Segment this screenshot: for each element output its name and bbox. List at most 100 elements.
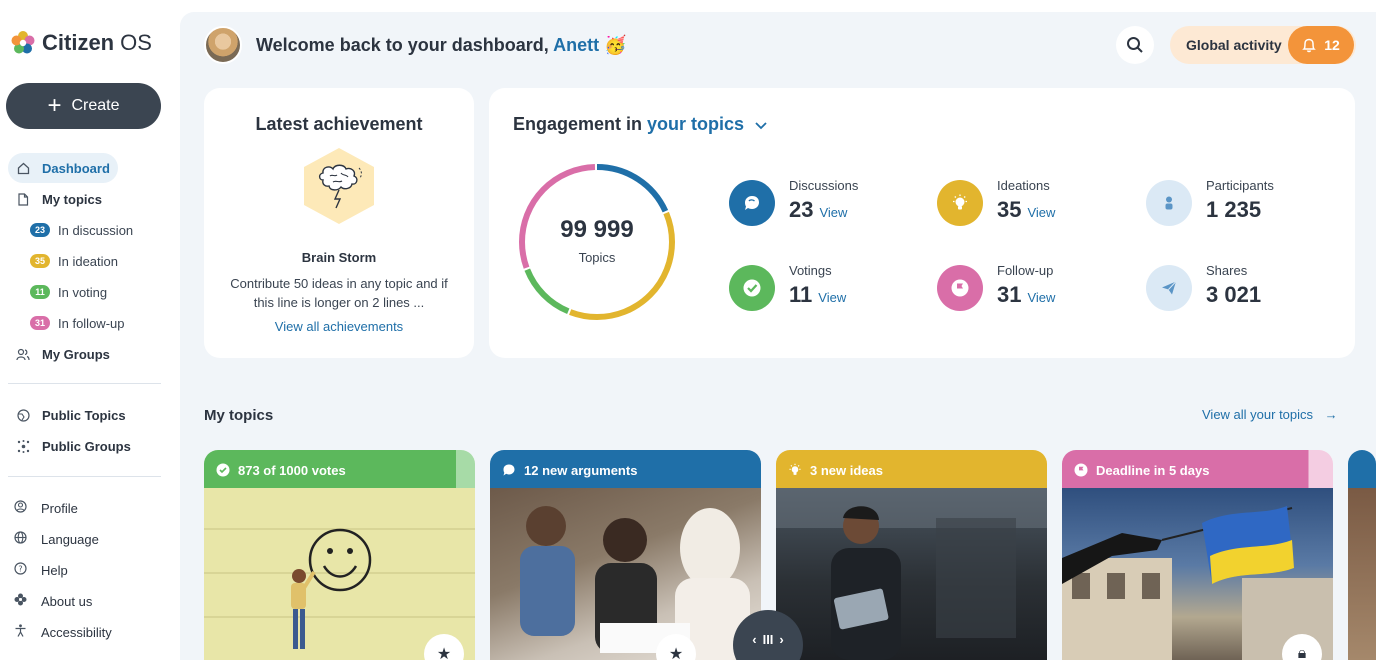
- brain-storm-badge-icon: [304, 148, 374, 224]
- notifications-button[interactable]: 12: [1288, 26, 1354, 64]
- chevron-right-icon[interactable]: ›: [779, 632, 783, 647]
- sidebar-subitem-in-discussion[interactable]: 23 In discussion: [30, 219, 133, 241]
- view-all-topics-link[interactable]: View all your topics →: [1202, 407, 1338, 422]
- sidebar-subitem-label: In follow-up: [58, 315, 125, 331]
- view-votings-link[interactable]: View: [818, 290, 846, 305]
- bell-icon: [1302, 38, 1317, 53]
- stat-label: Ideations: [997, 178, 1050, 193]
- stat-label: Votings: [789, 263, 832, 278]
- lightbulb-icon: [789, 463, 801, 475]
- topics-filter-dropdown[interactable]: your topics: [647, 114, 767, 134]
- lightbulb-icon: [937, 180, 983, 226]
- topic-image: [1348, 488, 1376, 660]
- flower-icon: [14, 593, 27, 609]
- arrow-right-icon: →: [1324, 407, 1338, 422]
- plus-icon: +: [47, 92, 62, 119]
- latest-achievement-card: Latest achievement Brain Storm Contribut…: [204, 88, 474, 358]
- smiley-wall-illustration: [291, 528, 372, 649]
- sidebar-subitem-label: In discussion: [58, 222, 134, 238]
- page-title: Welcome back to your dashboard, Anett 🥳: [256, 35, 627, 56]
- sidebar-item-public-groups[interactable]: Public Groups: [8, 431, 139, 461]
- welcome-text: Welcome back to your dashboard,: [256, 34, 549, 55]
- app-root: Citizen OS + Create Dashboard My topics 2…: [0, 0, 1380, 660]
- search-button[interactable]: [1116, 26, 1154, 64]
- create-label: Create: [71, 97, 120, 114]
- globe-icon: [14, 531, 27, 547]
- globe-icon: [16, 408, 30, 422]
- count-badge: 23: [30, 223, 50, 237]
- sidebar-item-profile[interactable]: Profile: [8, 495, 84, 521]
- person-icon: [1146, 180, 1192, 226]
- check-circle-icon: [729, 265, 775, 311]
- topic-card[interactable]: Deadline in 5 days 🔒︎: [1062, 450, 1333, 660]
- engagement-title: Engagement in your topics: [513, 114, 767, 135]
- view-discussions-link[interactable]: View: [819, 205, 847, 220]
- sidebar-divider: [8, 476, 161, 477]
- sidebar-item-dashboard[interactable]: Dashboard: [8, 153, 118, 183]
- footer-label: About us: [41, 593, 93, 609]
- chat-bubble-icon: [503, 464, 515, 476]
- stat-followup: Follow-up 31 View: [937, 261, 1055, 311]
- sidebar-item-language[interactable]: Language: [8, 526, 105, 552]
- topic-status-text: 12 new arguments: [524, 462, 638, 478]
- star-icon: ★: [436, 646, 452, 660]
- footer-label: Help: [41, 562, 68, 578]
- topic-card[interactable]: 3 new ideas: [776, 450, 1047, 660]
- stat-label: Shares: [1206, 263, 1248, 278]
- sidebar-item-help[interactable]: ? Help: [8, 557, 74, 583]
- sidebar-item-accessibility[interactable]: Accessibility: [8, 619, 118, 645]
- man-with-tablet-photo: [776, 488, 1047, 660]
- sidebar-subitem-in-followup[interactable]: 31 In follow-up: [30, 312, 124, 334]
- topic-image: [776, 488, 1047, 660]
- stat-value: 3 021: [1206, 282, 1262, 307]
- check-circle-icon: [216, 463, 230, 477]
- count-badge: 31: [30, 316, 50, 330]
- view-all-topics-label: View all your topics: [1202, 407, 1314, 422]
- topic-image: [490, 488, 761, 660]
- achievement-description: Contribute 50 ideas in any topic and if …: [230, 276, 448, 310]
- engagement-title-prefix: Engagement in: [513, 114, 643, 134]
- chevron-left-icon[interactable]: ‹: [752, 632, 756, 647]
- footer-label: Language: [41, 531, 99, 547]
- sidebar-item-label: My Groups: [42, 346, 110, 362]
- stat-votings: Votings 11 View: [729, 261, 846, 311]
- sidebar-subitem-in-ideation[interactable]: 35 In ideation: [30, 250, 118, 272]
- view-all-achievements-link[interactable]: View all achievements: [204, 319, 474, 334]
- stat-value: 1 235: [1206, 197, 1262, 222]
- svg-text:?: ?: [18, 565, 22, 574]
- logo-flower-icon: [11, 31, 35, 54]
- topic-card[interactable]: 12 new arguments ★: [490, 450, 761, 660]
- sidebar-item-public-topics[interactable]: Public Topics: [8, 400, 134, 430]
- sidebar-item-my-groups[interactable]: My Groups: [8, 339, 118, 369]
- welcome-header: Welcome back to your dashboard, Anett 🥳: [204, 26, 627, 64]
- flag-icon: [1074, 463, 1088, 477]
- topics-filter-label: your topics: [647, 114, 745, 134]
- sidebar-subitem-in-voting[interactable]: 11 In voting: [30, 281, 107, 303]
- search-icon: [1127, 37, 1143, 53]
- total-topics-label: Topics: [578, 250, 616, 265]
- footer-label: Profile: [41, 500, 78, 516]
- help-icon: ?: [14, 562, 27, 578]
- user-name[interactable]: Anett: [553, 35, 599, 55]
- group-icon: [16, 347, 30, 361]
- stat-value: 11: [789, 282, 813, 307]
- avatar[interactable]: [204, 26, 242, 64]
- paper-plane-icon: [1146, 265, 1192, 311]
- sidebar-item-about[interactable]: About us: [8, 588, 98, 614]
- view-ideations-link[interactable]: View: [1027, 205, 1055, 220]
- sidebar-subitem-label: In ideation: [58, 253, 118, 269]
- achievement-name: Brain Storm: [301, 250, 377, 265]
- logo[interactable]: Citizen OS: [10, 30, 152, 56]
- count-badge: 11: [30, 285, 50, 299]
- create-button[interactable]: + Create: [6, 83, 161, 129]
- home-icon: [16, 161, 30, 175]
- flag-icon: [937, 265, 983, 311]
- view-followup-link[interactable]: View: [1027, 290, 1055, 305]
- topic-card[interactable]: [1348, 450, 1376, 660]
- topic-card[interactable]: 873 of 1000 votes ★: [204, 450, 475, 660]
- sidebar: Citizen OS + Create Dashboard My topics 2…: [0, 0, 180, 660]
- achievement-title: Latest achievement: [255, 114, 423, 134]
- sidebar-item-my-topics[interactable]: My topics: [8, 184, 110, 214]
- ukraine-flag-photo: [1062, 506, 1333, 660]
- chevron-down-icon: [755, 122, 767, 130]
